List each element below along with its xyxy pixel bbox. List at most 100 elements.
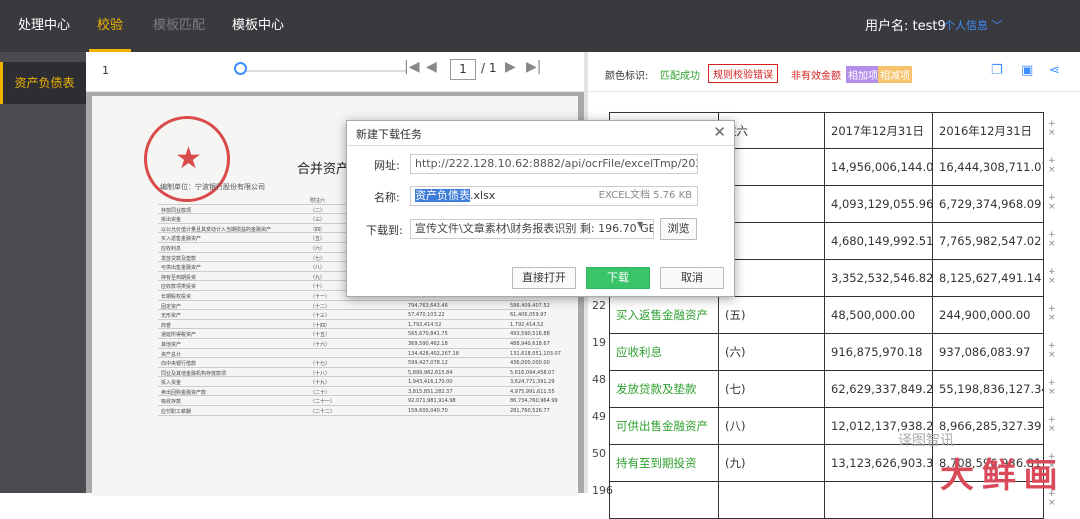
table-cell[interactable]: 13,123,626,903.34 (825, 445, 933, 482)
table-cell[interactable] (719, 482, 825, 519)
last-page-icon[interactable]: ▶| (526, 59, 541, 75)
document-cell: 拆入资金 (161, 380, 182, 387)
download-button[interactable]: 下载 (586, 267, 650, 289)
document-cell: 86,734,760,964.99 (510, 398, 558, 405)
table-cell[interactable]: 可供出售金融资产 (609, 408, 719, 445)
result-toolbar: 颜色标识: 匹配成功 规则校验错误 非有效金额 相加项 相减项 ❐ ▣ ⋖ (588, 52, 1080, 92)
document-cell: 3,624,771,391.29 (510, 379, 555, 386)
document-cell: 资产总计 (161, 351, 182, 358)
table-cell[interactable] (609, 482, 719, 519)
filename-field[interactable]: 资产负债表.xlsx EXCEL文档 5.76 KB (410, 186, 698, 206)
table-cell[interactable] (825, 482, 933, 519)
save-icon[interactable]: ▣ (1021, 63, 1033, 78)
document-cell: （三） (310, 217, 326, 224)
table-cell[interactable]: 48,500,000.00 (825, 297, 933, 334)
table-cell[interactable]: 4,093,129,055.96 (825, 186, 933, 223)
save-path-select[interactable]: 宣传文件\文章素材\财务报表识别 剩: 196.70 GB (410, 219, 654, 239)
document-cell: 134,428,402,267.18 (408, 350, 459, 357)
table-cell[interactable]: 62,629,337,849.29 (825, 371, 933, 408)
table-cell[interactable]: 应收利息 (609, 334, 719, 371)
filename-ext: .xlsx (470, 189, 496, 202)
table-cell[interactable]: 2017年12月31日 (825, 112, 933, 149)
zoom-slider-handle[interactable] (234, 62, 247, 75)
row-add-remove-icon[interactable]: + × (1048, 194, 1058, 212)
document-cell: 固定资产 (161, 303, 182, 310)
row-add-remove-icon[interactable]: + × (1048, 231, 1058, 249)
document-cell: （四） (310, 226, 326, 233)
document-row: 递延所得税资产 （十五） 565,670,841.75 493,590,516.88 (158, 329, 550, 339)
table-cell[interactable]: 937,086,083.97 (933, 334, 1044, 371)
tab-validation[interactable]: 校验 (88, 0, 132, 52)
row-add-remove-icon[interactable]: + × (1048, 120, 1058, 138)
document-cell: 436,000,000.00 (510, 360, 550, 367)
table-cell[interactable]: (六) (719, 334, 825, 371)
table-cell[interactable]: 2016年12月31日 (933, 112, 1044, 149)
sidebar-item-balance-sheet[interactable]: 资产负债表 (0, 62, 86, 104)
table-cell[interactable]: 14,956,006,144.05 (825, 149, 933, 186)
row-add-remove-icon[interactable]: + × (1048, 416, 1058, 434)
table-cell[interactable]: (九) (719, 445, 825, 482)
row-add-remove-icon[interactable]: + × (1048, 305, 1058, 323)
next-page-icon[interactable]: ▶ (505, 59, 516, 75)
sidebar: 资产负债表 (0, 52, 86, 493)
table-row: 可供出售金融资产 (八) 12,012,137,938.25 8,966,285,32… (609, 408, 1056, 445)
table-cell[interactable]: 4,680,149,992.51 (825, 223, 933, 260)
document-cell: 吸收存款 (161, 399, 182, 406)
url-field[interactable]: http://222.128.10.62:8882/api/ocrFile/ex… (410, 154, 698, 174)
document-title: 合并资产 (297, 162, 350, 177)
table-cell[interactable]: (八) (719, 408, 825, 445)
legend-add-item: 相加项 (846, 66, 880, 83)
document-cell: 1,792,414.52 (510, 321, 544, 328)
document-row: 向中央银行借款 （十七） 599,427,078.12 436,000,000.00 (158, 358, 550, 368)
table-cell[interactable]: 16,444,308,711.07 (933, 149, 1044, 186)
table-cell[interactable]: 发放贷款及垫款 (609, 371, 719, 408)
table-cell[interactable]: 3,352,532,546.82 (825, 260, 933, 297)
browse-button[interactable]: 浏览 (660, 218, 697, 240)
tab-template-center[interactable]: 模板中心 (232, 0, 284, 52)
row-number: 50 (592, 447, 606, 460)
table-cell[interactable]: 916,875,970.18 (825, 334, 933, 371)
row-add-remove-icon[interactable]: + × (1048, 342, 1058, 360)
profile-link[interactable]: 个人信息 ﹀ (944, 17, 1003, 33)
document-cell: （十六） (310, 341, 331, 348)
share-icon[interactable]: ⋖ (1049, 63, 1060, 78)
document-cell: （十一） (310, 293, 331, 300)
table-cell[interactable]: 8,125,627,491.14 (933, 260, 1044, 297)
zoom-slider-track[interactable] (236, 70, 406, 72)
table-cell[interactable]: 55,198,836,127.34 (933, 371, 1044, 408)
document-cell: 5,616,094,458.07 (510, 369, 555, 376)
table-cell[interactable]: 7,765,982,547.02 (933, 223, 1044, 260)
document-cell: 131,618,051,103.07 (510, 350, 561, 357)
url-label: 网址: (374, 159, 400, 172)
row-add-remove-icon[interactable]: + × (1048, 157, 1058, 175)
document-cell: 4,975,991,611.55 (510, 388, 555, 395)
page-number-input[interactable]: 1 (450, 59, 476, 80)
document-org: 编制单位：宁波银行股份有限公司 (160, 183, 265, 191)
cancel-button[interactable]: 取消 (660, 267, 724, 289)
document-row: 吸收存款 （二十一） 92,071,981,914.98 86,734,760,964… (158, 396, 558, 407)
document-cell: 61,406,059.97 (510, 312, 547, 319)
copy-icon[interactable]: ❐ (991, 63, 1003, 78)
row-add-remove-icon[interactable]: + × (1048, 268, 1058, 286)
document-cell: 281,760,526.77 (510, 408, 550, 415)
table-cell[interactable]: 244,900,000.00 (933, 297, 1044, 334)
document-cell: 1,792,414.52 (408, 321, 442, 328)
close-icon[interactable]: ✕ (713, 123, 726, 141)
table-cell[interactable]: 持有至到期投资 (609, 445, 719, 482)
table-cell[interactable]: 6,729,374,968.09 (933, 186, 1044, 223)
row-add-remove-icon[interactable]: + × (1048, 379, 1058, 397)
open-directly-button[interactable]: 直接打开 (512, 267, 576, 289)
filename-selected: 资产负债表 (415, 189, 470, 202)
row-number: 22 (592, 299, 606, 312)
tab-template-match[interactable]: 模板匹配 (153, 0, 205, 52)
first-page-icon[interactable]: |◀ (404, 59, 419, 75)
dialog-title: 新建下载任务 (356, 128, 422, 141)
table-cell[interactable]: 买入返售金融资产 (609, 297, 719, 334)
tab-processing-center[interactable]: 处理中心 (18, 0, 70, 52)
document-cell: 应付职工薪酬 (161, 409, 192, 416)
table-row: 应收利息 (六) 916,875,970.18 937,086,083.97 + × (609, 334, 1056, 371)
chevron-down-icon[interactable]: ▼ (637, 220, 643, 229)
table-cell[interactable]: (七) (719, 371, 825, 408)
prev-page-icon[interactable]: ◀ (426, 59, 437, 75)
table-cell[interactable]: (五) (719, 297, 825, 334)
